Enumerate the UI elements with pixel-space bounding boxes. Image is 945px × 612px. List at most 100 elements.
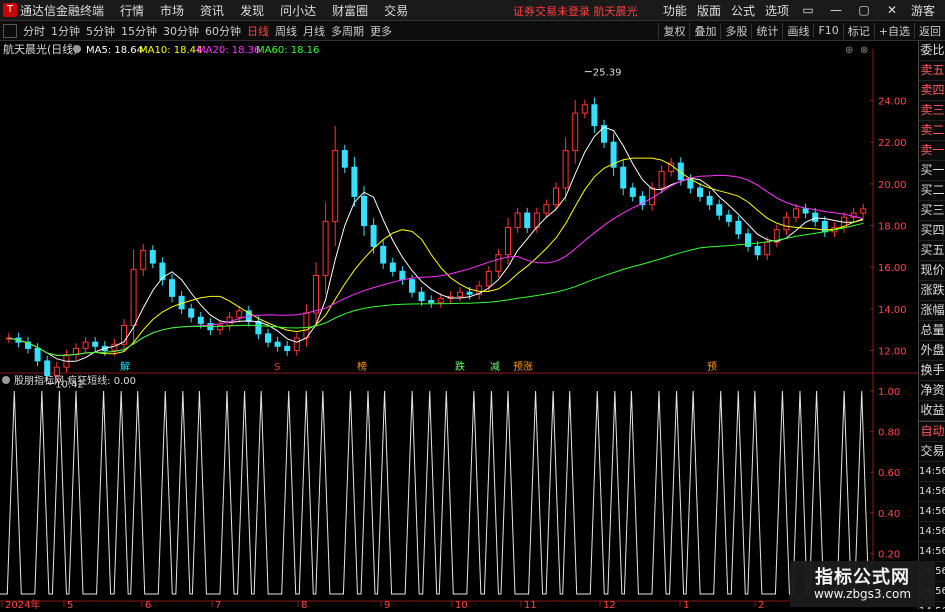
candle-body (53, 366, 60, 376)
period-intraday[interactable]: 分时 (23, 23, 45, 39)
period-60min[interactable]: 60分钟 (205, 23, 241, 39)
side-item[interactable]: 卖一 (919, 141, 945, 161)
candle-body (265, 333, 271, 343)
chart-background (0, 41, 918, 609)
side-item[interactable]: 外盘 (919, 341, 945, 361)
candle-body (495, 254, 502, 272)
period-weekly[interactable]: 周线 (275, 23, 297, 39)
candle-body (860, 208, 867, 214)
period-multi[interactable]: 多周期 (331, 23, 364, 39)
indicator-title: 股朋指标网 疯狂短线: 0.00 (14, 374, 136, 387)
side-item[interactable]: 卖五 (919, 61, 945, 81)
menu-item-ask[interactable]: 问小达 (280, 2, 316, 19)
toolbar-square-icon[interactable] (3, 23, 17, 38)
add-favorite-button[interactable]: +自选 (873, 22, 914, 39)
period-1min[interactable]: 1分钟 (51, 23, 80, 39)
menu-item-trade[interactable]: 交易 (384, 2, 408, 19)
side-item[interactable]: 总量 (919, 321, 945, 341)
side-item[interactable]: 现价 (919, 261, 945, 281)
menu-item-markets[interactable]: 市场 (160, 2, 184, 19)
side-item[interactable]: 卖四 (919, 81, 945, 101)
restore-icon[interactable]: ▭ (799, 3, 817, 17)
auto-button[interactable]: 自动 (919, 421, 945, 442)
candle-body (236, 310, 243, 318)
menu-function[interactable]: 功能 (663, 2, 687, 19)
menu-item-market[interactable]: 行情 (120, 2, 144, 19)
candle-body (505, 227, 511, 256)
close-icon[interactable]: ✕ (883, 3, 901, 17)
event-marker[interactable]: 解 (120, 360, 130, 373)
candle-body (341, 150, 348, 168)
menu-item-news[interactable]: 资讯 (200, 2, 224, 19)
restore-rights-button[interactable]: 复权 (658, 22, 689, 39)
menu-formula[interactable]: 公式 (731, 2, 755, 19)
chart-area[interactable]: 航天晨光(日线) MA5: 18.64 MA10: 18.44 MA20: 18… (0, 41, 918, 611)
stats-button[interactable]: 统计 (751, 22, 782, 39)
period-15min[interactable]: 15分钟 (121, 23, 157, 39)
candle-body (764, 241, 771, 256)
candle-body (553, 187, 559, 206)
event-marker[interactable]: S (274, 362, 280, 373)
candle-body (620, 166, 627, 189)
period-more[interactable]: 更多 (370, 23, 392, 39)
candle-body (629, 187, 636, 197)
menu-layout[interactable]: 版面 (697, 2, 721, 19)
candle-body (725, 214, 732, 222)
menu-options[interactable]: 选项 (765, 2, 789, 19)
zoom-out-icon[interactable]: ⊗ (860, 45, 868, 56)
period-monthly[interactable]: 月线 (303, 23, 325, 39)
trade-login-alert[interactable]: 证券交易未登录 航天晨光 (513, 3, 638, 19)
side-item[interactable]: 净资 (919, 381, 945, 401)
side-item[interactable]: 涨跌 (919, 281, 945, 301)
event-marker[interactable]: 预涨 (513, 361, 533, 373)
candle-body (399, 270, 406, 281)
candle-body (140, 250, 147, 270)
side-item[interactable]: 买一 (919, 161, 945, 181)
event-marker[interactable]: 减 (490, 361, 500, 373)
candle-body (514, 212, 521, 229)
side-item[interactable]: 买二 (919, 181, 945, 201)
settings-dot-icon[interactable] (73, 45, 81, 53)
guest-button[interactable]: 游客 (911, 2, 935, 19)
draw-line-button[interactable]: 画线 (782, 22, 813, 39)
candle-body (591, 104, 598, 127)
mark-button[interactable]: 标记 (842, 22, 874, 39)
candle-body (754, 245, 761, 256)
side-item[interactable]: 买四 (919, 221, 945, 241)
side-item[interactable]: 卖三 (919, 101, 945, 121)
menu-item-wealth[interactable]: 财富圈 (332, 2, 368, 19)
event-marker[interactable]: 榜 (357, 360, 367, 373)
side-item[interactable]: 涨幅 (919, 301, 945, 321)
multi-stock-button[interactable]: 多股 (720, 22, 751, 39)
back-button[interactable]: 返回 (914, 22, 945, 39)
f10-button[interactable]: F10 (813, 24, 842, 37)
event-marker[interactable]: 跌 (455, 360, 465, 373)
candle-body (687, 179, 694, 189)
minimize-icon[interactable]: — (827, 3, 845, 17)
time-tick-label: 7 (215, 600, 221, 609)
period-daily[interactable]: 日线 (247, 23, 269, 39)
candle-body (428, 300, 435, 304)
period-30min[interactable]: 30分钟 (163, 23, 199, 39)
menu-item-discover[interactable]: 发现 (240, 2, 264, 19)
chart-svg[interactable]: 航天晨光(日线) MA5: 18.64 MA10: 18.44 MA20: 18… (0, 41, 918, 611)
candle-body (130, 268, 137, 327)
side-item[interactable]: 买三 (919, 201, 945, 221)
price-tick-label: 18.00 (878, 222, 907, 233)
side-item[interactable]: 买五 (919, 241, 945, 261)
tick-time: 14:56 (919, 502, 945, 522)
event-marker[interactable]: 预 (707, 361, 717, 373)
side-item[interactable]: 收益 (919, 401, 945, 421)
zoom-in-icon[interactable]: ⊕ (845, 45, 853, 56)
candle-body (418, 291, 425, 302)
overlay-button[interactable]: 叠加 (689, 22, 720, 39)
indicator-settings-icon[interactable] (2, 376, 10, 384)
period-5min[interactable]: 5分钟 (86, 23, 115, 39)
side-item[interactable]: 换手 (919, 361, 945, 381)
side-item[interactable]: 卖二 (919, 121, 945, 141)
maximize-icon[interactable]: ▢ (855, 3, 873, 17)
candle-body (658, 170, 665, 189)
side-item[interactable]: 委比 (919, 41, 945, 61)
candle-body (255, 320, 262, 335)
candle-body (188, 308, 195, 318)
